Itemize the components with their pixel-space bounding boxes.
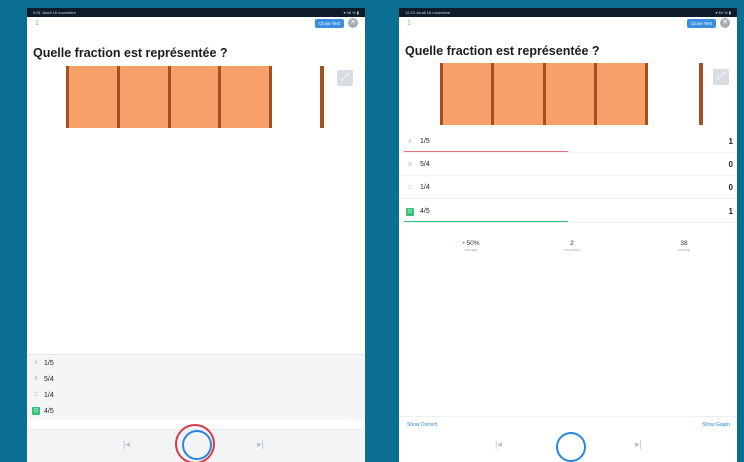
bottom-nav-bar: |◂ ▸| — [27, 424, 365, 462]
answer-letter: A — [34, 360, 38, 366]
question-title: Quelle fraction est représentée ? — [33, 46, 228, 60]
answer-count: 1 — [728, 207, 733, 216]
answer-letter: C — [34, 392, 38, 398]
status-battery: ▾ 64 % ▮ — [715, 10, 731, 15]
stat-label: responses — [563, 248, 581, 252]
answer-list: A 1/5 B 5/4 C 1/4 D 4/5 — [27, 354, 365, 419]
fraction-segment — [545, 63, 597, 125]
close-icon[interactable]: ✕ — [720, 18, 730, 28]
answer-label: 4/5 — [44, 407, 54, 415]
red-annotation-circle — [175, 424, 215, 462]
fraction-bar — [66, 66, 272, 128]
answer-option-c[interactable]: C 1/4 — [27, 387, 365, 403]
fraction-segment — [494, 63, 546, 125]
answer-label: 1/5 — [44, 359, 54, 367]
answer-count: 1 — [728, 137, 733, 146]
answer-result-c[interactable]: C 1/4 0 — [399, 178, 737, 199]
status-bar: 12:23 Jeudi 16 novembre ▾ 64 % ▮ — [399, 8, 737, 17]
show-correct-button[interactable]: Show Correct — [407, 422, 437, 428]
stat-value: 38 — [680, 240, 688, 247]
question-number: 1 — [35, 20, 39, 27]
status-bar: 9:31 Jeudi 16 novembre ▾ 46 % ▮ — [27, 8, 365, 17]
expand-icon[interactable]: ⤢ — [337, 70, 353, 86]
stat-label: missing — [678, 248, 690, 252]
fraction-segment — [440, 63, 495, 125]
prev-icon[interactable]: |◂ — [495, 439, 502, 450]
fraction-segment — [66, 66, 120, 128]
answer-letter: B — [34, 376, 38, 382]
answer-label: 5/4 — [420, 161, 430, 168]
fraction-extra-line — [320, 66, 324, 128]
next-icon[interactable]: ▸| — [257, 439, 264, 450]
next-icon[interactable]: ▸| — [635, 439, 642, 450]
response-bar-correct — [404, 220, 568, 222]
answer-letter-correct: D — [406, 208, 414, 216]
response-bar-incorrect — [404, 150, 568, 152]
fraction-segment — [596, 63, 648, 125]
expand-icon[interactable]: ⤢ — [713, 69, 729, 85]
status-time: 12:23 Jeudi 16 novembre — [405, 10, 451, 15]
answer-letter: A — [408, 139, 412, 145]
fraction-extra-line — [699, 63, 703, 125]
answer-label: 4/5 — [420, 208, 430, 215]
question-number: 1 — [407, 20, 411, 27]
close-test-button[interactable]: Close Test — [687, 19, 716, 28]
stat-label: average — [464, 248, 478, 252]
question-title: Quelle fraction est représentée ? — [405, 44, 600, 58]
show-graph-button[interactable]: Show Graph — [702, 422, 730, 428]
stat-average: • 50% average — [431, 240, 511, 252]
answer-result-a[interactable]: A 1/5 1 — [399, 132, 737, 153]
close-test-button[interactable]: Close Test — [315, 19, 344, 28]
fraction-segment — [119, 66, 171, 128]
home-icon[interactable] — [556, 432, 586, 462]
answer-letter: C — [408, 185, 412, 191]
answer-option-b[interactable]: B 5/4 — [27, 371, 365, 387]
stat-responses: 2 responses — [532, 240, 612, 252]
answer-label: 1/4 — [420, 184, 430, 191]
answer-result-d[interactable]: D 4/5 1 — [399, 202, 737, 223]
answer-count: 0 — [728, 183, 733, 192]
fraction-segment — [221, 66, 272, 128]
bottom-nav-bar: |◂ ▸| — [399, 430, 737, 462]
close-icon[interactable]: ✕ — [348, 18, 358, 28]
answer-count: 0 — [728, 160, 733, 169]
status-battery: ▾ 46 % ▮ — [343, 10, 359, 15]
answer-label: 1/5 — [420, 138, 430, 145]
stat-value: 2 — [570, 240, 574, 247]
left-ipad-screen: 9:31 Jeudi 16 novembre ▾ 46 % ▮ 1 Close … — [27, 8, 365, 462]
answer-letter: B — [408, 162, 412, 168]
answer-result-b[interactable]: B 5/4 0 — [399, 155, 737, 176]
answer-label: 5/4 — [44, 375, 54, 383]
prev-icon[interactable]: |◂ — [123, 439, 130, 450]
stat-missing: 38 missing — [644, 240, 724, 252]
answer-letter-correct: D — [32, 407, 40, 415]
right-ipad-screen: 12:23 Jeudi 16 novembre ▾ 64 % ▮ 1 Close… — [399, 8, 737, 462]
stat-value: 50% — [466, 240, 480, 247]
status-time: 9:31 Jeudi 16 novembre — [33, 10, 76, 15]
fraction-bar — [440, 63, 648, 125]
answer-option-d[interactable]: D 4/5 — [27, 403, 365, 419]
answer-option-a[interactable]: A 1/5 — [27, 355, 365, 371]
answer-label: 1/4 — [44, 391, 54, 399]
fraction-segment — [170, 66, 222, 128]
